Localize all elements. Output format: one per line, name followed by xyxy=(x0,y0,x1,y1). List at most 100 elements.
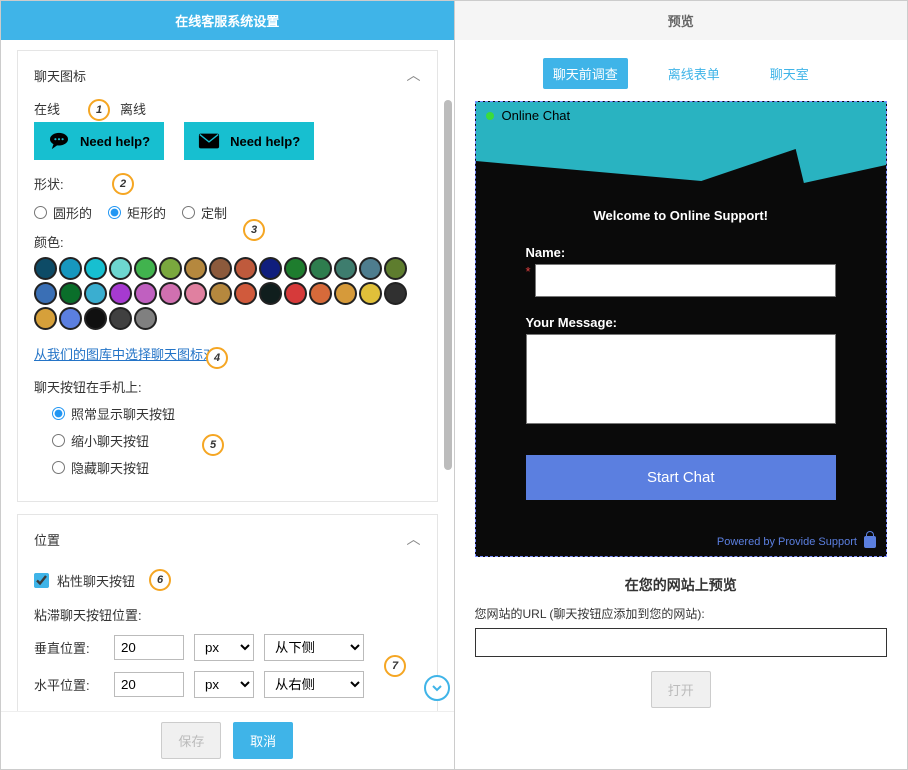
sticky-label: 粘性聊天按钮 xyxy=(57,571,135,590)
shape-custom[interactable]: 定制 xyxy=(182,203,227,222)
name-field-label: Name: xyxy=(526,245,837,260)
color-swatch[interactable] xyxy=(184,282,207,305)
color-swatch[interactable] xyxy=(309,257,332,280)
mobile-shrink[interactable]: 缩小聊天按钮 xyxy=(52,431,421,450)
chevron-down-icon xyxy=(430,681,444,695)
chat-hero-graphic xyxy=(476,129,887,184)
sticky-pos-label: 粘滞聊天按钮位置: xyxy=(34,605,421,624)
panel-chat-icon-header[interactable]: 聊天图标 ︿ xyxy=(18,51,437,95)
color-swatch[interactable] xyxy=(159,282,182,305)
color-swatch[interactable] xyxy=(334,257,357,280)
color-swatch[interactable] xyxy=(259,282,282,305)
mobile-hide[interactable]: 隐藏聊天按钮 xyxy=(52,458,421,477)
online-icon-label: Need help? xyxy=(80,134,150,149)
color-swatch[interactable] xyxy=(84,282,107,305)
color-swatch[interactable] xyxy=(384,257,407,280)
color-swatch[interactable] xyxy=(59,307,82,330)
color-swatch[interactable] xyxy=(384,282,407,305)
tab-pre-chat[interactable]: 聊天前调查 xyxy=(543,58,628,89)
color-swatch[interactable] xyxy=(59,257,82,280)
color-swatch[interactable] xyxy=(109,282,132,305)
color-swatch[interactable] xyxy=(109,257,132,280)
open-button[interactable]: 打开 xyxy=(651,671,711,708)
offline-icon-button[interactable]: Need help? xyxy=(184,122,314,160)
status-dot-icon xyxy=(486,112,494,120)
save-button[interactable]: 保存 xyxy=(161,722,221,759)
color-swatch[interactable] xyxy=(284,257,307,280)
vert-unit-select[interactable]: px xyxy=(194,634,254,661)
marker-1: 1 xyxy=(88,99,110,121)
color-swatch[interactable] xyxy=(209,257,232,280)
marker-4: 4 xyxy=(206,347,228,369)
color-swatch[interactable] xyxy=(34,257,57,280)
offline-icon-label: Need help? xyxy=(230,134,300,149)
online-label: 在线 xyxy=(34,99,60,118)
message-field-label: Your Message: xyxy=(526,315,837,330)
color-swatch[interactable] xyxy=(134,257,157,280)
color-swatch[interactable] xyxy=(84,257,107,280)
color-swatch[interactable] xyxy=(84,307,107,330)
gallery-link[interactable]: 从我们的图库中选择聊天图标对 xyxy=(34,344,216,363)
horizontal-row: 水平位置: px 从右侧 7 xyxy=(34,671,421,698)
color-swatch[interactable] xyxy=(234,257,257,280)
name-input[interactable] xyxy=(535,264,836,297)
color-swatch[interactable] xyxy=(359,257,382,280)
marker-5: 5 xyxy=(202,434,224,456)
color-swatch[interactable] xyxy=(184,257,207,280)
message-textarea[interactable] xyxy=(526,334,837,424)
start-chat-button[interactable]: Start Chat xyxy=(526,455,837,500)
horiz-value-input[interactable] xyxy=(114,672,184,697)
color-swatch[interactable] xyxy=(134,307,157,330)
shape-round[interactable]: 圆形的 xyxy=(34,203,92,222)
mobile-normal[interactable]: 照常显示聊天按钮 xyxy=(52,404,421,423)
scroll-down-hint[interactable] xyxy=(424,675,450,701)
marker-7: 7 xyxy=(384,655,406,677)
vert-side-select[interactable]: 从下侧 xyxy=(264,634,364,661)
site-url-input[interactable] xyxy=(475,628,888,657)
shape-label: 形状: xyxy=(34,174,421,193)
color-swatch[interactable] xyxy=(59,282,82,305)
chat-welcome-text: Welcome to Online Support! xyxy=(526,208,837,223)
color-swatch[interactable] xyxy=(109,307,132,330)
preview-column: 预览 聊天前调查 离线表单 聊天室 Online Chat Welcome to… xyxy=(455,1,908,769)
chat-footer: Powered by Provide Support xyxy=(476,530,887,556)
marker-2: 2 xyxy=(112,173,134,195)
marker-6: 6 xyxy=(149,569,171,591)
preview-on-site: 在您的网站上预览 您网站的URL (聊天按钮应添加到您的网站): 打开 xyxy=(455,557,908,726)
sticky-checkbox[interactable] xyxy=(34,573,49,588)
color-swatch[interactable] xyxy=(159,257,182,280)
color-swatch[interactable] xyxy=(309,282,332,305)
color-swatch[interactable] xyxy=(34,307,57,330)
vert-value-input[interactable] xyxy=(114,635,184,660)
mobile-radio-group: 照常显示聊天按钮 缩小聊天按钮 5 隐藏聊天按钮 xyxy=(52,404,421,477)
panel-chat-icon: 聊天图标 ︿ 1 在线 离线 Need help? xyxy=(17,50,438,502)
color-swatch[interactable] xyxy=(259,257,282,280)
vertical-row: 垂直位置: px 从下侧 xyxy=(34,634,421,661)
tab-offline-form[interactable]: 离线表单 xyxy=(658,58,730,89)
online-icon-button[interactable]: Need help? xyxy=(34,122,164,160)
scrollbar[interactable] xyxy=(444,100,452,470)
app-root: 在线客服系统设置 聊天图标 ︿ 1 在线 离线 xyxy=(0,0,908,770)
color-swatch[interactable] xyxy=(284,282,307,305)
cancel-button[interactable]: 取消 xyxy=(233,722,293,759)
color-swatch[interactable] xyxy=(209,282,232,305)
preview-tabs: 聊天前调查 离线表单 聊天室 xyxy=(455,40,908,101)
settings-body: 聊天图标 ︿ 1 在线 离线 Need help? xyxy=(1,40,454,711)
color-swatch[interactable] xyxy=(359,282,382,305)
preview-header: 预览 xyxy=(455,1,908,40)
tab-chat-room[interactable]: 聊天室 xyxy=(760,58,819,89)
panel-position-header[interactable]: 位置 ︿ xyxy=(18,515,437,559)
shape-rect[interactable]: 矩形的 xyxy=(108,203,166,222)
color-swatch[interactable] xyxy=(34,282,57,305)
panel-chat-icon-title: 聊天图标 xyxy=(34,66,86,85)
horiz-side-select[interactable]: 从右侧 xyxy=(264,671,364,698)
color-swatch[interactable] xyxy=(334,282,357,305)
horiz-label: 水平位置: xyxy=(34,675,104,694)
color-swatch[interactable] xyxy=(134,282,157,305)
required-asterisk: * xyxy=(526,264,531,279)
speech-bubble-icon xyxy=(48,132,70,150)
horiz-unit-select[interactable]: px xyxy=(194,671,254,698)
offline-label: 离线 xyxy=(120,99,146,118)
color-swatch[interactable] xyxy=(234,282,257,305)
panel-position: 位置 ︿ 粘性聊天按钮 6 粘滞聊天按钮位置: 垂直位置: px xyxy=(17,514,438,711)
